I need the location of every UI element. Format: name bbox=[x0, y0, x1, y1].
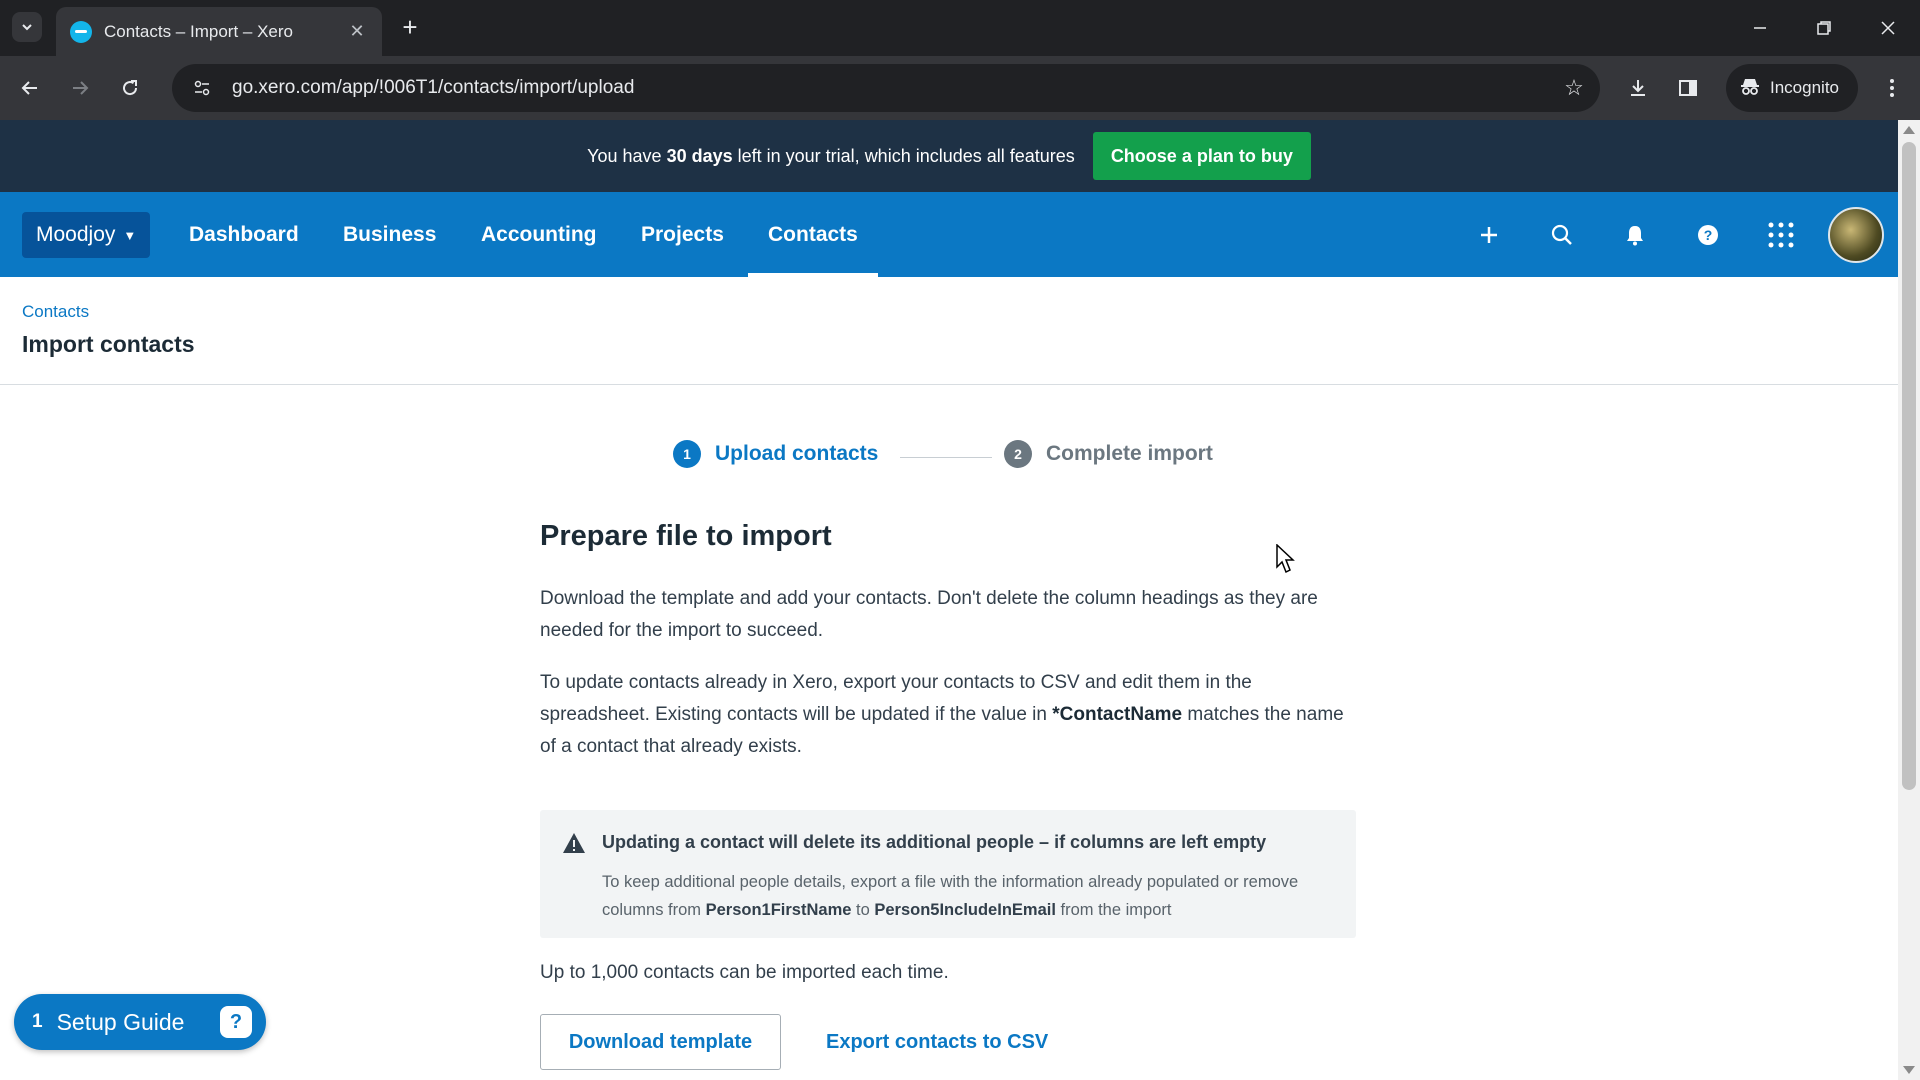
app-launcher-grid-icon[interactable] bbox=[1762, 216, 1800, 254]
browser-menu-icon[interactable] bbox=[1876, 72, 1908, 104]
organisation-name: Moodjoy bbox=[36, 223, 116, 246]
xero-favicon-icon bbox=[70, 20, 92, 43]
download-template-button[interactable]: Download template bbox=[540, 1014, 781, 1070]
new-tab-button[interactable]: + bbox=[396, 14, 424, 42]
chevron-down-icon bbox=[22, 24, 32, 31]
download-icon[interactable] bbox=[1622, 72, 1654, 104]
caret-down-icon: ▼ bbox=[123, 227, 137, 243]
nav-accounting[interactable]: Accounting bbox=[481, 192, 597, 277]
export-contacts-csv-link[interactable]: Export contacts to CSV bbox=[826, 1014, 1048, 1070]
page-scrollbar[interactable] bbox=[1898, 120, 1920, 1080]
incognito-label: Incognito bbox=[1770, 78, 1839, 97]
section-heading: Prepare file to import bbox=[540, 520, 832, 552]
breadcrumb-contacts[interactable]: Contacts bbox=[22, 302, 89, 322]
step-upload-contacts: 1 Upload contacts bbox=[673, 440, 878, 468]
import-content: Prepare file to import Download the temp… bbox=[540, 520, 1360, 783]
step-connector bbox=[900, 457, 992, 458]
forward-icon[interactable] bbox=[64, 72, 96, 104]
address-bar[interactable]: go.xero.com/app/!006T1/contacts/import/u… bbox=[172, 64, 1600, 112]
close-window-icon[interactable] bbox=[1868, 12, 1908, 44]
instructions-paragraph: Download the template and add your conta… bbox=[540, 588, 1318, 641]
nav-business[interactable]: Business bbox=[343, 192, 436, 277]
back-icon[interactable] bbox=[14, 72, 46, 104]
nav-contacts[interactable]: Contacts bbox=[748, 192, 878, 277]
update-paragraph: To update contacts already in Xero, expo… bbox=[540, 672, 1344, 757]
step-number: 1 bbox=[673, 440, 701, 468]
page-header: Contacts Import contacts bbox=[0, 277, 1898, 385]
restore-icon[interactable] bbox=[1804, 12, 1844, 44]
incognito-icon bbox=[1740, 77, 1760, 100]
setup-guide-label: Setup Guide bbox=[56, 1008, 185, 1035]
nav-projects[interactable]: Projects bbox=[641, 192, 724, 277]
minimize-icon[interactable] bbox=[1740, 12, 1780, 44]
url-text: go.xero.com/app/!006T1/contacts/import/u… bbox=[232, 77, 635, 98]
side-panel-icon[interactable] bbox=[1672, 72, 1704, 104]
add-icon[interactable] bbox=[1470, 216, 1508, 254]
setup-guide-count: 1 bbox=[32, 1011, 43, 1032]
page-title: Import contacts bbox=[22, 331, 195, 357]
browser-tab-bar: Contacts – Import – Xero ✕ + bbox=[0, 0, 1920, 56]
reload-icon[interactable] bbox=[114, 72, 146, 104]
nav-dashboard[interactable]: Dashboard bbox=[189, 192, 299, 277]
warning-title: Updating a contact will delete its addit… bbox=[602, 832, 1267, 852]
site-info-icon[interactable] bbox=[190, 76, 214, 100]
step-label: Complete import bbox=[1046, 442, 1213, 465]
tab-title: Contacts – Import – Xero bbox=[104, 21, 293, 41]
import-limit-text: Up to 1,000 contacts can be imported eac… bbox=[540, 962, 949, 983]
setup-guide-button[interactable]: 1 Setup Guide ? bbox=[14, 994, 266, 1050]
step-label: Upload contacts bbox=[715, 442, 879, 465]
step-complete-import: 2 Complete import bbox=[1004, 440, 1213, 468]
browser-toolbar: go.xero.com/app/!006T1/contacts/import/u… bbox=[0, 56, 1920, 120]
scroll-down-arrow-icon[interactable] bbox=[1903, 1066, 1915, 1074]
choose-plan-button[interactable]: Choose a plan to buy bbox=[1092, 132, 1311, 180]
step-number: 2 bbox=[1004, 440, 1032, 468]
trial-banner: You have 30 days left in your trial, whi… bbox=[0, 120, 1898, 192]
notifications-bell-icon[interactable] bbox=[1616, 216, 1654, 254]
trial-message: You have 30 days left in your trial, whi… bbox=[587, 145, 1075, 166]
svg-text:?: ? bbox=[1704, 227, 1713, 243]
organisation-switcher[interactable]: Moodjoy ▼ bbox=[22, 212, 151, 258]
tab-close-icon[interactable]: ✕ bbox=[346, 21, 368, 43]
main-navigation: Moodjoy ▼ Dashboard Business Accounting … bbox=[0, 192, 1898, 277]
warning-body: To keep additional people details, expor… bbox=[602, 873, 1299, 919]
tab-search-button[interactable] bbox=[12, 12, 42, 42]
warning-callout: Updating a contact will delete its addit… bbox=[540, 810, 1356, 938]
scroll-up-arrow-icon[interactable] bbox=[1903, 126, 1915, 134]
mouse-cursor-icon bbox=[1276, 543, 1296, 579]
browser-tab[interactable]: Contacts – Import – Xero ✕ bbox=[56, 7, 382, 56]
search-icon[interactable] bbox=[1543, 216, 1581, 254]
scrollbar-thumb[interactable] bbox=[1902, 142, 1916, 790]
incognito-indicator[interactable]: Incognito bbox=[1726, 64, 1858, 112]
bookmark-star-icon[interactable]: ☆ bbox=[1558, 72, 1590, 104]
user-avatar[interactable] bbox=[1828, 207, 1884, 263]
help-icon[interactable]: ? bbox=[1689, 216, 1727, 254]
warning-triangle-icon bbox=[562, 832, 586, 856]
guide-chat-icon: ? bbox=[220, 1006, 252, 1038]
